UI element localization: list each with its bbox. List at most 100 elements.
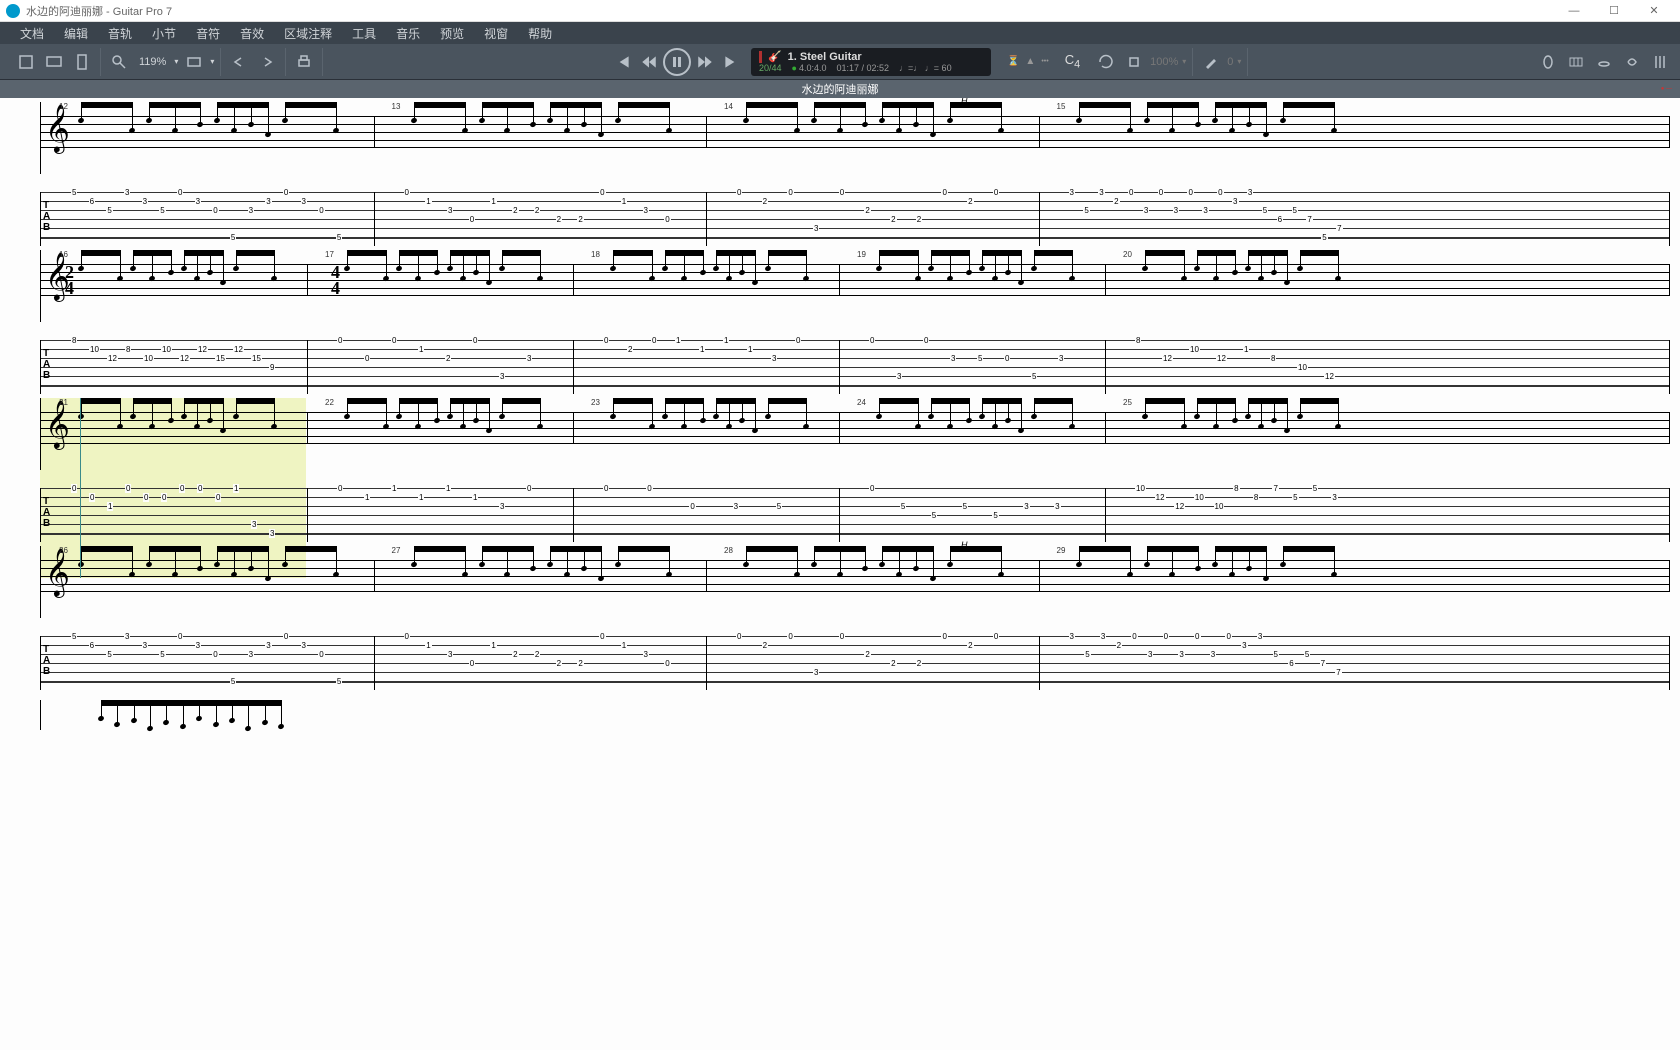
tab-fret-number[interactable]: 5: [230, 233, 236, 242]
tab-fret-number[interactable]: 10: [143, 354, 154, 363]
tab-fret-number[interactable]: 10: [89, 345, 100, 354]
tab-fret-number[interactable]: 1: [699, 345, 705, 354]
tab-fret-number[interactable]: 3: [950, 354, 956, 363]
tab-fret-number[interactable]: 0: [469, 659, 475, 668]
minimize-button[interactable]: —: [1554, 0, 1594, 22]
tab-fret-number[interactable]: 2: [916, 215, 922, 224]
metronome-icon[interactable]: ▲: [1025, 56, 1035, 67]
tab-fret-number[interactable]: 0: [215, 493, 221, 502]
tab-fret-number[interactable]: 0: [941, 632, 947, 641]
menu-edit[interactable]: 编辑: [54, 25, 98, 42]
tab-fret-number[interactable]: 3: [142, 197, 148, 206]
tab-fret-number[interactable]: 0: [404, 632, 410, 641]
tool-dropdown-icon[interactable]: ▾: [1237, 57, 1241, 66]
tab-fret-number[interactable]: 2: [577, 215, 583, 224]
tab-fret-number[interactable]: 8: [1135, 336, 1141, 345]
tab-fret-number[interactable]: 5: [230, 677, 236, 686]
tab-fret-number[interactable]: 15: [215, 354, 226, 363]
rewind-button[interactable]: [637, 50, 661, 74]
tab-fret-number[interactable]: 2: [556, 659, 562, 668]
tab-fret-number[interactable]: 8: [1233, 484, 1239, 493]
tab-fret-number[interactable]: 0: [179, 484, 185, 493]
tab-fret-number[interactable]: 0: [212, 206, 218, 215]
tab-fret-number[interactable]: 0: [337, 484, 343, 493]
tab-fret-number[interactable]: 3: [1232, 197, 1238, 206]
tab-fret-number[interactable]: 2: [890, 215, 896, 224]
tab-fret-number[interactable]: 0: [839, 188, 845, 197]
tablature-staff[interactable]: TAB5653350305330305013012222013002030222…: [40, 636, 1670, 690]
tab-fret-number[interactable]: 5: [71, 632, 77, 641]
tab-fret-number[interactable]: 3: [499, 372, 505, 381]
loop-dropdown-icon[interactable]: ▾: [1182, 57, 1186, 66]
tab-fret-number[interactable]: 2: [1116, 641, 1122, 650]
tab-fret-number[interactable]: 5: [1312, 484, 1318, 493]
fretboard-button[interactable]: [1564, 50, 1588, 74]
go-end-button[interactable]: [719, 50, 743, 74]
tab-fret-number[interactable]: 12: [1174, 502, 1185, 511]
tab-fret-number[interactable]: 2: [577, 659, 583, 668]
tab-fret-number[interactable]: 1: [472, 493, 478, 502]
tab-fret-number[interactable]: 5: [1273, 650, 1279, 659]
tab-fret-number[interactable]: 1: [425, 641, 431, 650]
tab-fret-number[interactable]: 0: [787, 632, 793, 641]
tab-fret-number[interactable]: 5: [962, 502, 968, 511]
loop-button[interactable]: [1094, 50, 1118, 74]
tab-fret-number[interactable]: 0: [599, 188, 605, 197]
tab-fret-number[interactable]: 6: [1277, 215, 1283, 224]
tab-fret-number[interactable]: 0: [1163, 632, 1169, 641]
view-page-button[interactable]: [14, 50, 38, 74]
print-button[interactable]: [292, 50, 316, 74]
tab-fret-number[interactable]: 0: [283, 188, 289, 197]
tab-fret-number[interactable]: 3: [248, 206, 254, 215]
tab-fret-number[interactable]: 10: [1297, 363, 1308, 372]
tab-fret-number[interactable]: 0: [941, 188, 947, 197]
display-dropdown-icon[interactable]: ▾: [210, 57, 214, 66]
tab-fret-number[interactable]: 0: [526, 484, 532, 493]
tab-fret-number[interactable]: 3: [124, 632, 130, 641]
menu-track[interactable]: 音轨: [98, 25, 142, 42]
tab-fret-number[interactable]: 0: [472, 336, 478, 345]
tab-fret-number[interactable]: 10: [1214, 502, 1225, 511]
tab-fret-number[interactable]: 1: [621, 197, 627, 206]
tab-fret-number[interactable]: 0: [161, 493, 167, 502]
tab-fret-number[interactable]: 5: [159, 206, 165, 215]
tab-fret-number[interactable]: 3: [813, 668, 819, 677]
tablature-staff[interactable]: TAB8101281010121215121590001203302011113…: [40, 340, 1670, 394]
tab-fret-number[interactable]: 0: [1158, 188, 1164, 197]
tab-fret-number[interactable]: 5: [1321, 233, 1327, 242]
tab-fret-number[interactable]: 2: [627, 345, 633, 354]
notation-staff[interactable]: 𝄞2122232425: [40, 398, 1670, 470]
tab-fret-number[interactable]: 12: [197, 345, 208, 354]
tab-fret-number[interactable]: 3: [896, 372, 902, 381]
tab-fret-number[interactable]: 3: [195, 641, 201, 650]
tab-fret-number[interactable]: 3: [195, 197, 201, 206]
menu-tools[interactable]: 工具: [342, 25, 386, 42]
tab-fret-number[interactable]: 0: [1194, 632, 1200, 641]
tab-fret-number[interactable]: 2: [534, 206, 540, 215]
track-info-panel[interactable]: 🎸 1. Steel Guitar 20/44 4.0:4.0 01:17 / …: [751, 48, 991, 76]
tab-fret-number[interactable]: 1: [445, 484, 451, 493]
tab-fret-number[interactable]: 0: [689, 502, 695, 511]
menu-section[interactable]: 区域注释: [274, 25, 342, 42]
menu-file[interactable]: 文档: [10, 25, 54, 42]
tab-fret-number[interactable]: 2: [890, 659, 896, 668]
drum-button[interactable]: [1592, 50, 1616, 74]
tab-fret-number[interactable]: 8: [125, 345, 131, 354]
menu-sound[interactable]: 音乐: [386, 25, 430, 42]
tab-fret-number[interactable]: 3: [1173, 206, 1179, 215]
tab-fret-number[interactable]: 10: [1135, 484, 1146, 493]
score-area[interactable]: 𝄞12131415H TAB56533503053303050130122220…: [0, 98, 1680, 1050]
tablature-staff[interactable]: TAB0010000001330111113000035055553310121…: [40, 488, 1670, 542]
tab-fret-number[interactable]: 3: [1178, 650, 1184, 659]
tab-fret-number[interactable]: 3: [1023, 502, 1029, 511]
tab-fret-number[interactable]: 2: [967, 641, 973, 650]
tab-fret-number[interactable]: 5: [1083, 206, 1089, 215]
tab-fret-number[interactable]: 5: [1292, 206, 1298, 215]
tab-fret-number[interactable]: 1: [364, 493, 370, 502]
menu-effect[interactable]: 音效: [230, 25, 274, 42]
tab-fret-number[interactable]: 6: [89, 197, 95, 206]
tab-fret-number[interactable]: 3: [1247, 188, 1253, 197]
tab-fret-number[interactable]: 3: [447, 206, 453, 215]
zoom-level[interactable]: 119%: [135, 56, 170, 68]
forward-button[interactable]: [693, 50, 717, 74]
